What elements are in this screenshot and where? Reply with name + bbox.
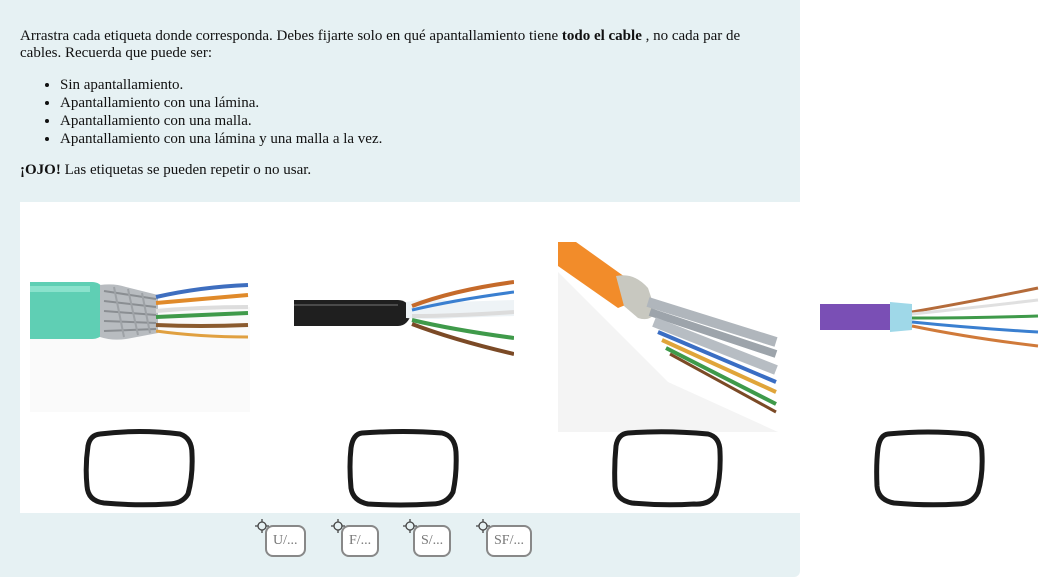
cable-image-3 [558, 242, 778, 432]
cable-image-4 [820, 286, 1039, 348]
drop-canvas [20, 202, 1048, 513]
intro-bold: todo el cable [561, 28, 642, 44]
cable-image-2 [294, 280, 514, 356]
drop-zone-1[interactable] [82, 428, 196, 508]
label-s[interactable]: S/... [413, 525, 452, 557]
note-text: Las etiquetas se pueden repetir o no usa… [60, 162, 312, 178]
drop-zone-3[interactable] [610, 428, 724, 508]
intro-paragraph: Arrastra cada etiqueta donde corresponda… [20, 28, 780, 62]
option-item: Apantallamiento con una lámina y una mal… [60, 130, 780, 148]
label-sf[interactable]: SF/... [486, 525, 532, 557]
cable-image-1 [30, 282, 250, 412]
instructions: Arrastra cada etiqueta donde corresponda… [20, 28, 780, 179]
option-item: Sin apantallamiento. [60, 76, 780, 94]
intro-text: Arrastra cada etiqueta donde corresponda… [20, 28, 562, 44]
note-paragraph: ¡OJO! Las etiquetas se pueden repetir o … [20, 162, 780, 179]
drop-zone-4[interactable] [872, 428, 986, 508]
options-list: Sin apantallamiento. Apantallamiento con… [20, 76, 780, 148]
drop-zone-2[interactable] [346, 428, 460, 508]
label-tray: U/... F/... S/... SF/... [0, 513, 800, 577]
label-f[interactable]: F/... [341, 525, 380, 557]
note-bold: ¡OJO! [20, 162, 61, 178]
label-u[interactable]: U/... [265, 525, 306, 557]
option-item: Apantallamiento con una malla. [60, 112, 780, 130]
option-item: Apantallamiento con una lámina. [60, 94, 780, 112]
